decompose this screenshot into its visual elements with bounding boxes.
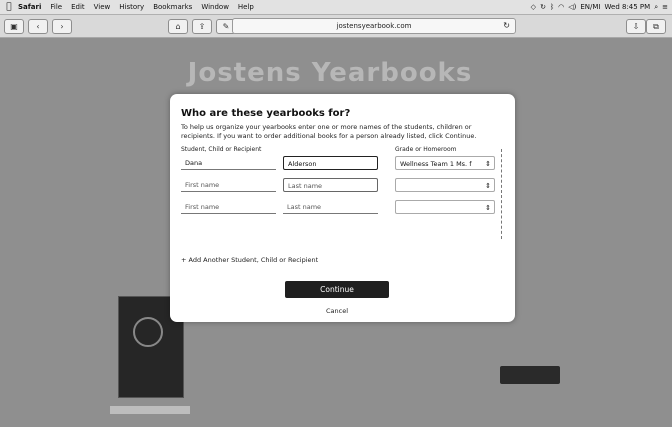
cancel-link[interactable]: Cancel (320, 307, 354, 315)
menu-view[interactable]: View (94, 3, 111, 11)
downloads-icon[interactable]: ⇩ (626, 19, 646, 34)
tabs-overview-icon[interactable]: ⧉ (646, 19, 666, 34)
last-name-field-3[interactable]: Last name (283, 200, 378, 214)
forward-button[interactable]: › (52, 18, 72, 34)
home-icon[interactable]: ⌂ (168, 18, 188, 34)
grade-select-1-value: Wellness Team 1 Ms. f (400, 160, 472, 168)
student-label: Student, Child or Recipient (181, 146, 262, 153)
clock[interactable]: Wed 8:45 PM (605, 3, 651, 11)
bluetooth-icon[interactable]: ᛒ (550, 3, 554, 11)
last-name-field-1[interactable]: Alderson (283, 156, 378, 170)
page-strip (110, 406, 190, 414)
menu-bookmarks[interactable]: Bookmarks (153, 3, 192, 11)
address-bar[interactable]: jostensyearbook.com ↻ (232, 18, 516, 34)
sidebar-toggle-icon[interactable]: ▣ (4, 18, 24, 34)
add-recipient-link[interactable]: + Add Another Student, Child or Recipien… (181, 256, 318, 264)
reload-icon[interactable]: ↻ (503, 19, 510, 33)
back-button[interactable]: ‹ (28, 18, 48, 34)
hero-title: Jostens Yearbooks (187, 58, 473, 88)
grade-select-2[interactable]: ⇕ (395, 178, 495, 192)
grade-select-1[interactable]: Wellness Team 1 Ms. f ⇕ (395, 156, 495, 170)
menu-safari[interactable]: Safari (18, 3, 41, 11)
url-text: jostensyearbook.com (336, 22, 412, 30)
browser-toolbar: ▣ ‹ › ⌂ ⇪ ✎ jostensyearbook.com ↻ ⇩ ⧉ (0, 15, 672, 38)
input-source[interactable]: EN/MI (580, 3, 600, 11)
menu-history[interactable]: History (119, 3, 144, 11)
menu-file[interactable]: File (50, 3, 62, 11)
grade-label: Grade or Homeroom (395, 146, 457, 153)
first-name-field-2[interactable]: First name (181, 178, 276, 192)
share-icon[interactable]: ⇪ (192, 18, 212, 34)
menu-edit[interactable]: Edit (71, 3, 85, 11)
grade-select-3[interactable]: ⇕ (395, 200, 495, 214)
scroll-indicator[interactable] (501, 149, 502, 239)
chevron-down-icon: ⇕ (485, 204, 491, 212)
spotlight-icon[interactable]: ⌕ (654, 3, 658, 12)
chevron-down-icon: ⇕ (485, 182, 491, 190)
modal-description: To help us organize your yearbooks enter… (181, 123, 477, 140)
chevron-down-icon: ⇕ (485, 160, 491, 168)
volume-icon[interactable]: ◁) (568, 3, 576, 11)
menu-help[interactable]: Help (238, 3, 254, 11)
page-button[interactable] (500, 366, 560, 384)
first-name-field-3[interactable]: First name (181, 200, 276, 214)
wifi-icon[interactable]: ◠ (558, 3, 564, 11)
notification-center-icon[interactable]: ≡ (662, 3, 668, 11)
sync-icon[interactable]: ↻ (540, 3, 546, 11)
recipients-modal: Who are these yearbooks for? To help us … (170, 94, 515, 322)
menu-window[interactable]: Window (201, 3, 229, 11)
first-name-field-1[interactable]: Dana (181, 156, 276, 170)
modal-title: Who are these yearbooks for? (181, 108, 351, 119)
seal-icon (133, 317, 163, 347)
menu-bar:  Safari File Edit View History Bookmark… (0, 0, 672, 15)
continue-button[interactable]: Continue (285, 281, 389, 298)
dropbox-icon[interactable]: ◇ (531, 3, 536, 11)
status-area: ◇ ↻ ᛒ ◠ ◁) EN/MI Wed 8:45 PM ⌕ ≡ (531, 3, 672, 12)
last-name-field-2[interactable]: Last name (283, 178, 378, 192)
apple-menu-icon[interactable]:  (0, 2, 18, 12)
